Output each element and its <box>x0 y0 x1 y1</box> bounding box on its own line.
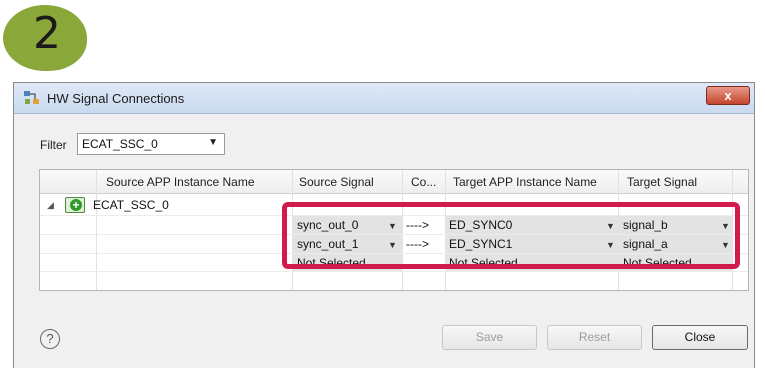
expand-arrow-icon[interactable]: ◢ <box>47 200 54 211</box>
app-icon <box>24 91 39 104</box>
instance-name: ECAT_SSC_0 <box>93 198 169 212</box>
column-header-target-signal[interactable]: Target Signal <box>627 175 697 189</box>
window-title: HW Signal Connections <box>47 91 185 106</box>
close-button[interactable]: Close <box>652 325 748 350</box>
window-close-button[interactable]: x <box>706 86 750 105</box>
filter-value: ECAT_SSC_0 <box>82 137 158 151</box>
help-icon[interactable]: ? <box>40 329 60 349</box>
table-header: Source APP Instance Name Source Signal C… <box>40 170 748 194</box>
column-header-connection[interactable]: Co... <box>411 175 436 189</box>
highlight-box <box>282 202 740 269</box>
step-number: 2 <box>33 8 61 59</box>
chevron-down-icon: ▼ <box>208 137 218 148</box>
dialog-window: HW Signal Connections x Filter ECAT_SSC_… <box>13 82 755 368</box>
column-header-source-signal[interactable]: Source Signal <box>299 175 374 189</box>
reset-button[interactable]: Reset <box>547 325 642 350</box>
column-divider <box>96 170 97 290</box>
title-bar: HW Signal Connections x <box>14 83 754 114</box>
row-divider <box>40 271 748 272</box>
column-header-source-instance[interactable]: Source APP Instance Name <box>106 175 255 189</box>
filter-label: Filter <box>40 138 67 152</box>
filter-dropdown[interactable]: ECAT_SSC_0 ▼ <box>77 133 225 155</box>
column-header-target-instance[interactable]: Target APP Instance Name <box>453 175 597 189</box>
add-connection-icon[interactable]: + <box>65 197 85 213</box>
save-button[interactable]: Save <box>442 325 537 350</box>
